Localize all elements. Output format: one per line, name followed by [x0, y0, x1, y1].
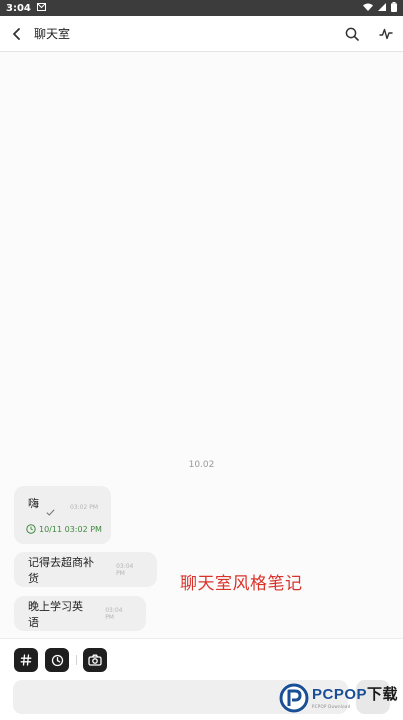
date-divider: 10.02 — [188, 460, 215, 470]
back-button[interactable] — [0, 16, 34, 52]
status-icons — [363, 1, 397, 15]
activity-pulse-icon — [379, 28, 393, 39]
search-icon — [345, 27, 359, 41]
app-bar-actions — [335, 16, 403, 52]
message-time: 03:04 PM — [105, 606, 123, 621]
logo-text: PCPOP下载 PCPOP Download — [312, 686, 399, 710]
pcpop-logo: PCPOP下载 PCPOP Download — [279, 683, 398, 713]
message-text: 晚上学习英语 — [28, 599, 83, 629]
clock-icon — [51, 654, 63, 666]
search-button[interactable] — [335, 16, 369, 52]
signal-icon — [378, 2, 386, 14]
status-bar: 3:04 — [0, 0, 403, 16]
camera-button[interactable] — [83, 648, 107, 672]
message-bubble[interactable]: 记得去超商补货 03:04 PM — [14, 552, 157, 587]
logo-name: PCPOP下载 — [312, 686, 399, 703]
message-text: 记得去超商补货 — [28, 555, 94, 585]
battery-icon — [391, 1, 397, 15]
message-time: 03:04 PM — [116, 562, 134, 577]
page-title: 聊天室 — [34, 27, 71, 41]
overlay-caption: 聊天室风格笔记 — [180, 574, 303, 594]
hashtag-icon — [20, 654, 32, 666]
sent-check-icon — [46, 501, 55, 520]
camera-icon — [88, 654, 102, 666]
reminder-badge[interactable]: 10/11 03:02 PM — [26, 524, 102, 534]
toolbar-divider — [76, 655, 77, 665]
status-time: 3:04 — [6, 2, 31, 14]
wifi-icon — [363, 3, 373, 14]
message-bubble[interactable]: 晚上学习英语 03:04 PM — [14, 596, 146, 631]
notification-mail-icon — [36, 2, 46, 14]
pcpop-logo-icon — [279, 683, 309, 713]
activity-button[interactable] — [369, 16, 403, 52]
arrow-left-icon — [13, 27, 20, 40]
app-bar: 聊天室 — [0, 16, 403, 52]
reminder-button[interactable] — [45, 648, 69, 672]
message-text: 嗨 — [28, 497, 39, 510]
reminder-clock-icon — [26, 524, 36, 534]
hashtag-button[interactable] — [14, 648, 38, 672]
message-time: 03:02 PM — [70, 504, 98, 511]
message-bubble[interactable]: 嗨 03:02 PM 10/11 03:02 PM — [14, 486, 111, 544]
logo-subtitle: PCPOP Download — [312, 704, 351, 709]
reminder-time: 10/11 03:02 PM — [39, 524, 102, 534]
compose-toolbar — [0, 638, 403, 680]
